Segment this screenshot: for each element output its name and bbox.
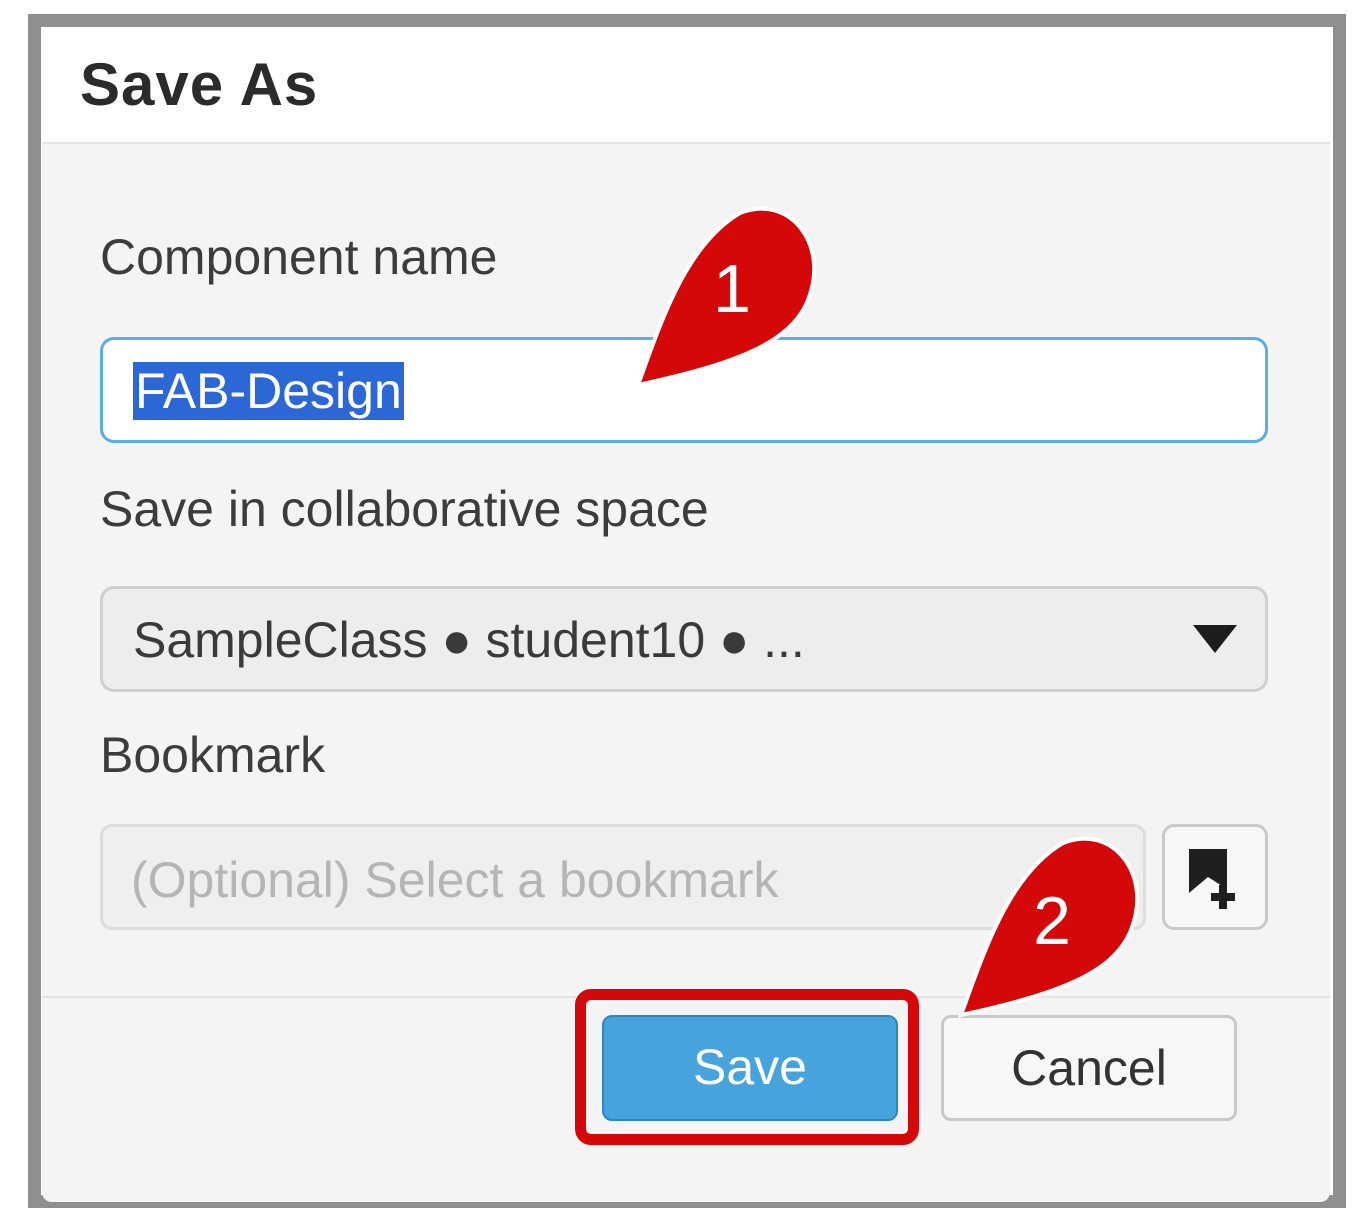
cancel-button[interactable]: Cancel xyxy=(941,1015,1237,1121)
collab-space-select[interactable]: SampleClass ● student10 ● ... xyxy=(100,586,1268,692)
add-bookmark-button[interactable] xyxy=(1162,824,1268,930)
collab-space-label: Save in collaborative space xyxy=(100,481,709,537)
save-button[interactable]: Save xyxy=(602,1015,898,1121)
callout-number-1: 1 xyxy=(713,251,751,327)
triangle-down-icon[interactable] xyxy=(1193,625,1237,653)
dialog-header: Save As xyxy=(42,28,1330,144)
dialog-title: Save As xyxy=(80,51,319,118)
component-name-label: Component name xyxy=(100,229,498,285)
bookmark-label: Bookmark xyxy=(100,727,326,783)
component-name-value: FAB-Design xyxy=(133,362,404,420)
bookmark-add-icon xyxy=(1189,849,1235,909)
bookmark-placeholder: (Optional) Select a bookmark xyxy=(131,852,779,908)
collab-space-value: SampleClass ● student10 ● ... xyxy=(133,612,805,668)
callout-number-2: 2 xyxy=(1033,883,1071,959)
